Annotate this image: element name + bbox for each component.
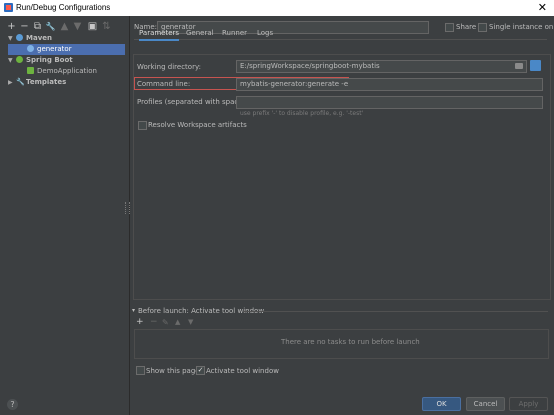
- remove-icon[interactable]: −: [19, 21, 30, 32]
- show-this-page-checkbox[interactable]: [136, 366, 145, 375]
- collapse-arrow-icon[interactable]: ▶: [8, 77, 16, 88]
- working-directory-field[interactable]: E:/springWorkspace/springboot-mybatis: [236, 60, 527, 73]
- help-button[interactable]: ?: [7, 399, 18, 410]
- move-task-down-icon[interactable]: ▼: [188, 318, 193, 326]
- tree-item-maven[interactable]: ▼ Maven: [8, 33, 126, 44]
- splitter-handle[interactable]: [125, 202, 130, 214]
- tree-item-generator[interactable]: generator: [8, 44, 125, 55]
- move-task-up-icon[interactable]: ▲: [175, 318, 180, 326]
- select-module-icon[interactable]: [530, 60, 541, 71]
- add-icon[interactable]: +: [6, 21, 17, 32]
- folder-icon[interactable]: ▣: [87, 21, 98, 32]
- cancel-button[interactable]: Cancel: [466, 397, 505, 411]
- app-icon: [4, 3, 13, 12]
- command-line-label: Command line:: [137, 80, 191, 88]
- close-icon[interactable]: ✕: [538, 1, 547, 14]
- single-instance-label: Single instance only: [489, 23, 554, 31]
- working-directory-label: Working directory:: [137, 63, 201, 71]
- profiles-hint: use prefix '-' to disable profile, e.g. …: [240, 110, 364, 117]
- activate-tool-window-label: Activate tool window: [206, 367, 279, 375]
- ok-button[interactable]: OK: [422, 397, 461, 411]
- tab-logs[interactable]: Logs: [257, 27, 273, 39]
- edit-defaults-icon[interactable]: 🔧: [45, 21, 56, 32]
- expand-arrow-icon[interactable]: ▼: [8, 55, 16, 66]
- profiles-field[interactable]: [236, 96, 543, 109]
- resolve-workspace-label: Resolve Workspace artifacts: [148, 121, 247, 129]
- maven-config-icon: [27, 45, 34, 52]
- share-checkbox[interactable]: [445, 23, 454, 32]
- spring-boot-icon: [16, 56, 23, 63]
- expand-arrow-icon[interactable]: ▼: [8, 33, 16, 44]
- tabs-divider: [134, 39, 547, 40]
- spring-app-icon: [27, 67, 34, 74]
- resolve-workspace-checkbox[interactable]: [138, 121, 147, 130]
- before-launch-empty-text: There are no tasks to run before launch: [281, 338, 420, 346]
- wrench-icon: 🔧: [16, 78, 25, 86]
- tree-item-demoapplication[interactable]: DemoApplication: [8, 66, 126, 77]
- title-bar: Run/Debug Configurations ✕: [0, 0, 554, 16]
- share-label: Share: [456, 23, 477, 31]
- tree-item-spring-boot[interactable]: ▼ Spring Boot: [8, 55, 126, 66]
- configurations-tree-pane: + − ⧉ 🔧 ▲ ▼ ▣ ⇅ ▼ Maven generator ▼ Spring…: [0, 16, 130, 415]
- tree-item-templates[interactable]: ▶ 🔧Templates: [8, 77, 126, 88]
- tab-runner[interactable]: Runner: [222, 27, 247, 39]
- add-task-icon[interactable]: +: [136, 317, 144, 327]
- maven-icon: [16, 34, 23, 41]
- sort-icon[interactable]: ⇅: [101, 21, 112, 32]
- before-launch-collapse-icon[interactable]: ▾: [132, 307, 135, 314]
- single-instance-checkbox[interactable]: [478, 23, 487, 32]
- activate-tool-window-checkbox[interactable]: ✓: [196, 366, 205, 375]
- command-line-field[interactable]: mybatis-generator:generate -e: [236, 78, 543, 91]
- edit-task-icon[interactable]: ✎: [162, 318, 169, 327]
- apply-button[interactable]: Apply: [509, 397, 548, 411]
- remove-task-icon[interactable]: −: [150, 317, 158, 327]
- show-this-page-label: Show this page: [146, 367, 200, 375]
- before-launch-divider: [243, 311, 548, 312]
- window-title: Run/Debug Configurations: [16, 3, 111, 12]
- move-down-icon[interactable]: ▼: [72, 21, 83, 32]
- copy-icon[interactable]: ⧉: [32, 21, 43, 32]
- tab-general[interactable]: General: [186, 27, 214, 39]
- browse-folder-icon[interactable]: [515, 63, 523, 69]
- profiles-label: Profiles (separated with space):: [137, 98, 248, 106]
- tab-parameters[interactable]: Parameters: [139, 27, 180, 41]
- move-up-icon[interactable]: ▲: [59, 21, 70, 32]
